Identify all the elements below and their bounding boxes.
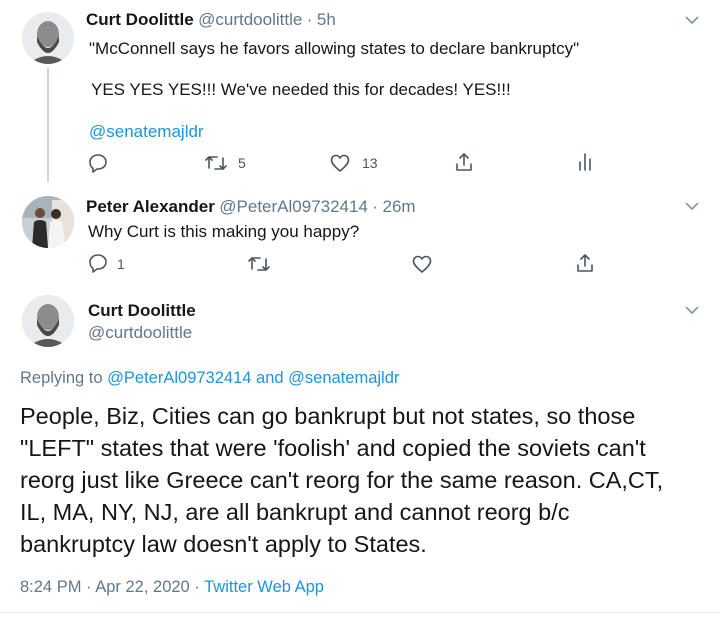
avatar-image [22,295,74,347]
author-handle[interactable]: @curtdoolittle [198,10,302,29]
reply-user-link[interactable]: @senatemajldr [288,369,399,387]
retweet-icon[interactable] [248,255,270,273]
thread-line [47,68,49,182]
reply-icon[interactable] [88,253,108,273]
chevron-down-icon[interactable] [684,12,700,28]
avatar[interactable] [22,196,74,248]
avatar-image [22,12,74,64]
tweet-metadata: 8:24 PM · Apr 22, 2020 · Twitter Web App [20,578,324,597]
like-icon[interactable] [330,154,350,172]
separator: · [86,578,92,596]
reply-user-link[interactable]: @PeterAl09732414 [107,369,251,387]
avatar-image [22,196,74,248]
replying-to: Replying to @PeterAl09732414 and @senate… [20,369,399,388]
tweet-text-line: "McConnell says he favors allowing state… [89,39,580,58]
tweet-time[interactable]: 5h [317,10,336,29]
retweet-count: 5 [238,155,246,171]
author-name[interactable]: Peter Alexander [86,197,215,216]
separator: · [194,578,200,596]
chevron-down-icon[interactable] [684,302,700,318]
reply-icon[interactable] [88,153,108,173]
analytics-icon[interactable] [578,152,592,172]
author-handle[interactable]: @PeterAl09732414 [219,197,368,216]
chevron-down-icon[interactable] [684,198,700,214]
tweet-text-line: People, Biz, Cities can go bankrupt but … [20,403,636,429]
like-count: 13 [362,155,378,171]
tweet-date[interactable]: Apr 22, 2020 [95,578,190,596]
author-handle[interactable]: @curtdoolittle [88,323,192,343]
tweet-timestamp[interactable]: 8:24 PM [20,578,81,596]
tweet-source[interactable]: Twitter Web App [204,578,324,596]
tweet-text-line: reorg just like Greece can't reorg for t… [20,467,664,493]
tweet-text-line: "LEFT" states that were 'foolish' and co… [20,435,646,461]
retweet-icon[interactable] [205,154,227,172]
author-name[interactable]: Curt Doolittle [88,301,196,321]
divider [0,612,720,613]
tweet-main-text: People, Biz, Cities can go bankrupt but … [20,400,715,560]
replying-prefix: Replying to [20,369,103,387]
reply-and: and [256,369,284,387]
tweet-text-line: IL, MA, NY, NJ, are all bankrupt and can… [20,499,570,525]
mention-link[interactable]: @senatemajldr [89,121,204,143]
share-icon[interactable] [455,152,473,172]
author-name[interactable]: Curt Doolittle [86,10,194,29]
tweet-text-line: YES YES YES!!! We've needed this for dec… [91,80,511,99]
avatar[interactable] [22,295,74,347]
tweet-text: Why Curt is this making you happy? [88,222,360,241]
avatar[interactable] [22,12,74,64]
like-icon[interactable] [412,255,432,273]
separator: · [372,197,379,216]
separator: · [306,10,313,29]
tweet-text-line: bankruptcy law doesn't apply to States. [20,531,427,557]
tweet-time[interactable]: 26m [383,197,416,216]
share-icon[interactable] [576,253,594,273]
reply-count: 1 [117,256,125,272]
